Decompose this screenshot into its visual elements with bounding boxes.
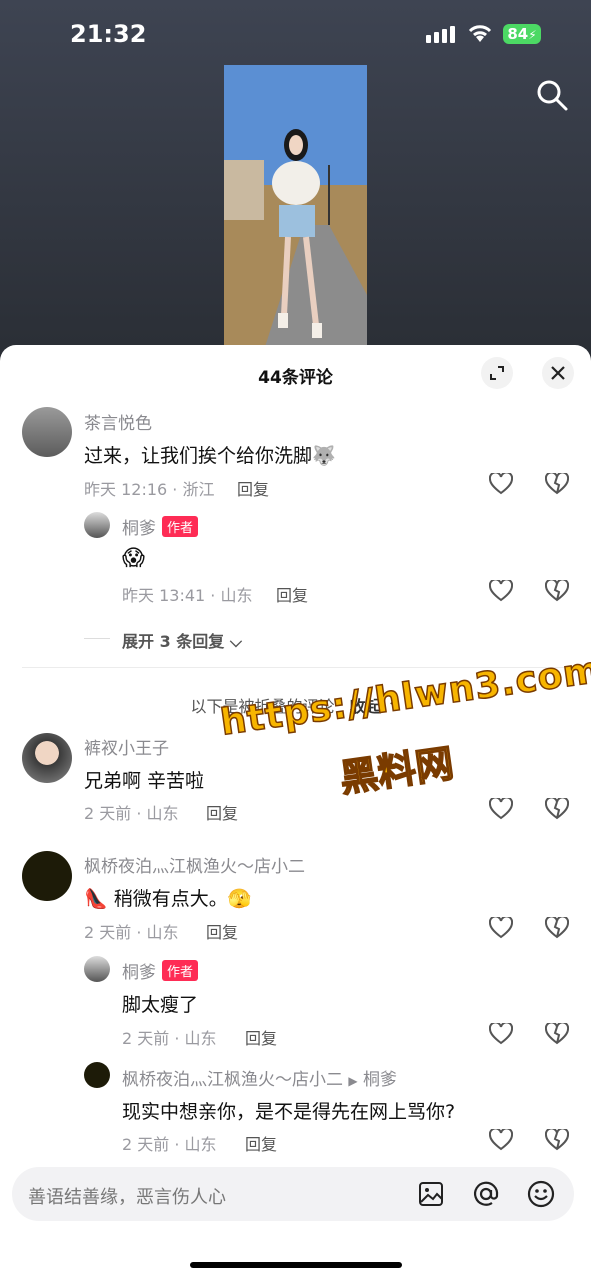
dislike-icon[interactable] <box>545 1129 569 1151</box>
divider-short <box>84 638 110 639</box>
heart-icon[interactable] <box>489 1129 513 1151</box>
avatar[interactable] <box>84 512 110 538</box>
close-button[interactable] <box>542 357 574 389</box>
heart-icon[interactable] <box>489 917 513 939</box>
dislike-icon[interactable] <box>545 1023 569 1045</box>
username-text: 桐爹 <box>122 519 156 539</box>
dislike-icon[interactable] <box>545 580 569 602</box>
reply-button[interactable]: 回复 <box>245 1025 277 1049</box>
expand-button[interactable] <box>481 357 513 389</box>
expand-icon <box>490 366 504 380</box>
avatar[interactable] <box>22 851 72 901</box>
expand-replies-label: 展开 3 条回复 <box>122 632 225 651</box>
comment-text: 👠 稍微有点大。🫣 <box>84 888 252 910</box>
reply-button[interactable]: 回复 <box>206 800 238 824</box>
heart-icon[interactable] <box>489 473 513 495</box>
heart-icon[interactable] <box>489 1023 513 1045</box>
avatar[interactable] <box>22 407 72 457</box>
video-image <box>224 65 367 350</box>
reply-button[interactable]: 回复 <box>206 919 238 943</box>
reply-button[interactable]: 回复 <box>237 476 269 500</box>
chevron-down-icon: ⌵ <box>229 632 242 651</box>
comment-text: 过来，让我们挨个给你洗脚🐺 <box>84 445 336 467</box>
dislike-icon[interactable] <box>545 917 569 939</box>
author-badge: 作者 <box>162 516 199 537</box>
avatar[interactable] <box>84 1062 110 1088</box>
comment-username[interactable]: 茶言悦色 <box>84 409 152 434</box>
comment-username[interactable]: 枫桥夜泊灬江枫渔火～店小二 ▶ 桐爹 <box>122 1065 397 1090</box>
comment-meta: 昨天 13:41 · 山东 <box>122 586 253 605</box>
expand-replies-button[interactable]: 展开 3 条回复 ⌵ <box>122 628 242 652</box>
reply-button[interactable]: 回复 <box>276 582 308 606</box>
close-icon <box>551 366 565 380</box>
username-text: 枫桥夜泊灬江枫渔火～店小二 <box>122 1070 343 1090</box>
status-time: 21:32 <box>70 20 147 48</box>
reply-arrow-icon: ▶ <box>348 1074 358 1088</box>
wifi-icon <box>468 25 492 42</box>
reply-to-user: 桐爹 <box>363 1070 398 1090</box>
search-icon[interactable] <box>535 78 569 112</box>
home-indicator[interactable] <box>190 1262 402 1268</box>
avatar[interactable] <box>22 733 72 783</box>
dislike-icon[interactable] <box>545 798 569 820</box>
cellular-signal-icon <box>426 26 455 43</box>
heart-icon[interactable] <box>489 798 513 820</box>
comment-meta: 2 天前 · 山东 <box>122 1029 217 1048</box>
comment-meta: 2 天前 · 山东 <box>84 923 179 942</box>
author-badge: 作者 <box>162 960 199 981</box>
username-text: 桐爹 <box>122 963 156 983</box>
comment-meta: 昨天 12:16 · 浙江 <box>84 480 215 499</box>
video-thumbnail[interactable] <box>224 65 367 350</box>
comment-meta: 2 天前 · 山东 <box>122 1135 217 1154</box>
comment-text: 😱 <box>122 546 145 571</box>
emoji-icon[interactable] <box>527 1180 555 1208</box>
comment-username[interactable]: 桐爹 作者 <box>122 514 199 539</box>
heart-icon[interactable] <box>489 580 513 602</box>
battery-indicator: 84⚡ <box>503 24 541 44</box>
comment-text: 脚太瘦了 <box>122 994 199 1016</box>
comment-username[interactable]: 桐爹 作者 <box>122 958 199 983</box>
comment-text: 现实中想亲你，是不是得先在网上骂你? <box>122 1101 456 1123</box>
reply-button[interactable]: 回复 <box>245 1131 277 1155</box>
at-icon[interactable] <box>472 1180 500 1208</box>
image-icon[interactable] <box>418 1181 444 1207</box>
status-bar: 21:32 84⚡ <box>0 0 591 70</box>
comment-input-placeholder: 善语结善缘，恶言伤人心 <box>28 1187 226 1208</box>
dislike-icon[interactable] <box>545 473 569 495</box>
comment-text: 兄弟啊 辛苦啦 <box>84 770 205 792</box>
avatar[interactable] <box>84 956 110 982</box>
comment-meta: 2 天前 · 山东 <box>84 804 179 823</box>
comment-username[interactable]: 枫桥夜泊灬江枫渔火～店小二 <box>84 852 305 877</box>
battery-level: 84 <box>507 25 529 43</box>
comment-input[interactable]: 善语结善缘，恶言伤人心 <box>12 1167 574 1221</box>
comment-username[interactable]: 裤衩小王子 <box>84 734 169 759</box>
